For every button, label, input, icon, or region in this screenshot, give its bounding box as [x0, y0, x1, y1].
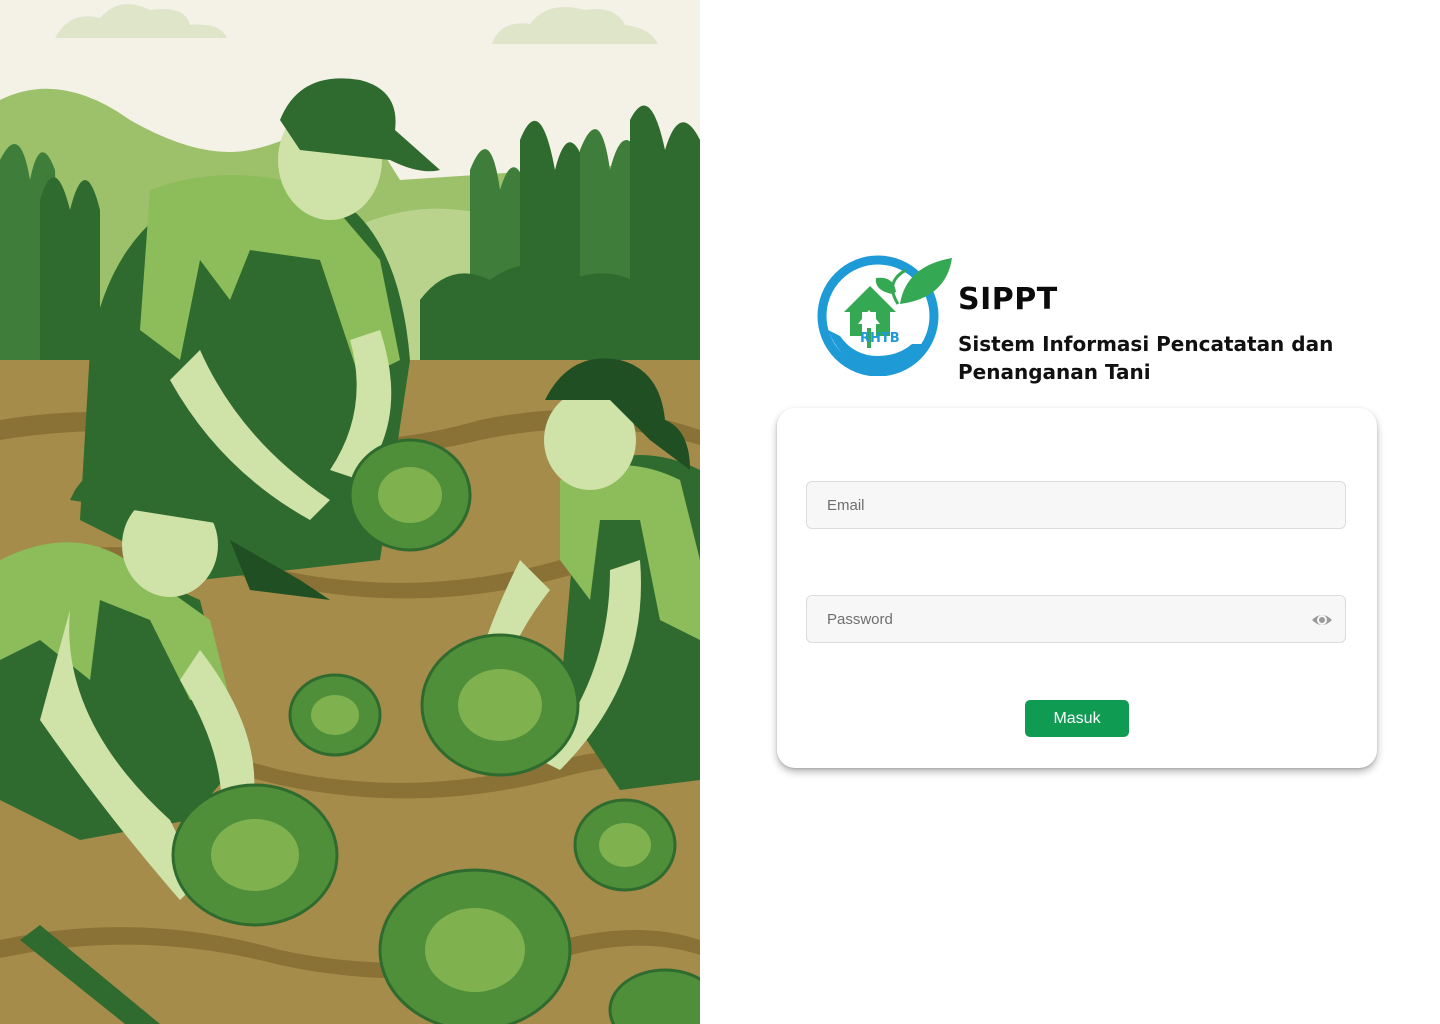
rhtb-logo: RHTB: [814, 252, 956, 377]
brand-header: RHTB SIPPT Sistem Informasi Pencatatan d…: [814, 252, 1374, 392]
app-title: SIPPT: [958, 282, 1058, 317]
svg-text:RHTB: RHTB: [860, 331, 900, 346]
password-input[interactable]: [807, 596, 1345, 642]
farmers-illustration: [0, 0, 700, 1024]
login-card: Masuk: [777, 408, 1377, 768]
password-field-wrapper: [806, 595, 1346, 643]
email-field-wrapper: [806, 481, 1346, 529]
email-input[interactable]: [807, 482, 1345, 528]
app-subtitle: Sistem Informasi Pencatatan dan Penangan…: [958, 332, 1334, 384]
eye-icon[interactable]: [1311, 609, 1333, 631]
login-button[interactable]: Masuk: [1025, 700, 1129, 737]
